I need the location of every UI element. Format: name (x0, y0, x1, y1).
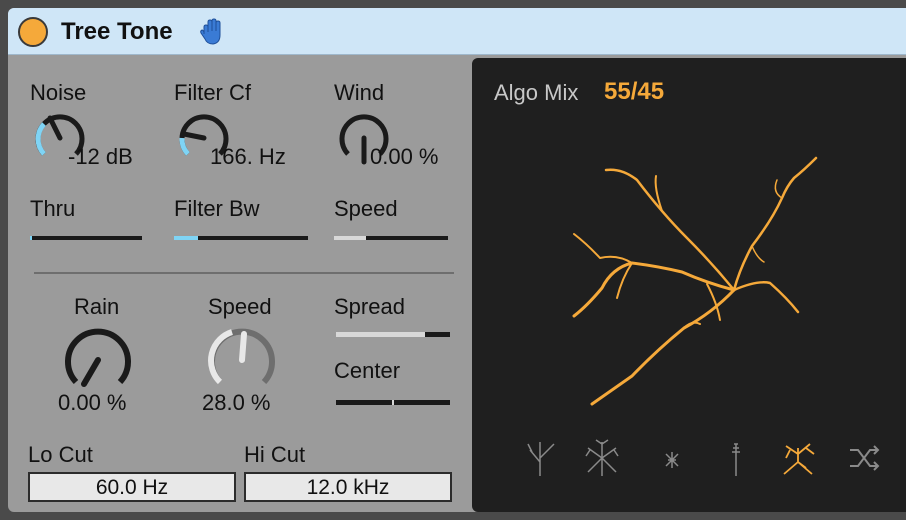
filter-cf-value: 166. Hz (210, 144, 286, 169)
tree-1-icon[interactable] (520, 438, 560, 478)
lo-cut-field[interactable]: 60.0 Hz (28, 472, 236, 502)
rain-value: 0.00 % (58, 390, 127, 415)
thru-slider-fill (30, 236, 32, 240)
rain-knob[interactable] (62, 324, 134, 396)
spread-slider[interactable] (336, 332, 450, 337)
hi-cut-label: Hi Cut (244, 442, 306, 467)
tree-tone-device: Tree Tone Noise -12 dB Filter Cf 166. Hz… (8, 8, 906, 512)
tree-4-icon[interactable] (716, 438, 756, 478)
device-title: Tree Tone (61, 18, 173, 45)
speed-knob[interactable] (206, 324, 278, 396)
speed-top-slider[interactable] (334, 236, 448, 240)
lo-cut-label: Lo Cut (28, 442, 93, 467)
center-slider[interactable] (336, 400, 450, 405)
hi-cut-field[interactable]: 12.0 kHz (244, 472, 452, 502)
thru-label: Thru (30, 196, 76, 221)
speed-top-slider-fill (334, 236, 366, 240)
wind-label: Wind (334, 80, 385, 105)
filter-bw-slider[interactable] (174, 236, 308, 240)
filter-bw-label: Filter Bw (174, 196, 260, 221)
device-power-button[interactable] (18, 17, 48, 47)
filter-bw-slider-fill (174, 236, 198, 240)
thru-slider[interactable] (30, 236, 142, 240)
noise-label: Noise (30, 80, 87, 105)
device-titlebar: Tree Tone (8, 8, 906, 55)
rain-label: Rain (74, 294, 120, 319)
tree-3-icon[interactable] (652, 438, 692, 478)
filter-cf-label: Filter Cf (174, 80, 251, 105)
tree-display: Algo Mix 55/45 (472, 58, 906, 512)
hand-icon (200, 18, 221, 45)
center-label: Center (334, 358, 401, 383)
tree-5-icon[interactable] (778, 438, 818, 478)
controls-panel: Noise -12 dB Filter Cf 166. Hz Wind 0.00… (14, 60, 464, 506)
section-divider (34, 272, 454, 274)
tree-2-icon[interactable] (582, 438, 622, 478)
shuffle-icon[interactable] (844, 438, 884, 478)
center-slider-marker (392, 400, 394, 405)
spread-label: Spread (334, 294, 405, 319)
noise-value: -12 dB (68, 144, 133, 169)
wind-value: 0.00 % (370, 144, 439, 169)
speed-value: 28.0 % (202, 390, 271, 415)
spread-slider-fill (336, 332, 425, 337)
speed-label: Speed (208, 294, 272, 319)
speed-top-label: Speed (334, 196, 398, 221)
